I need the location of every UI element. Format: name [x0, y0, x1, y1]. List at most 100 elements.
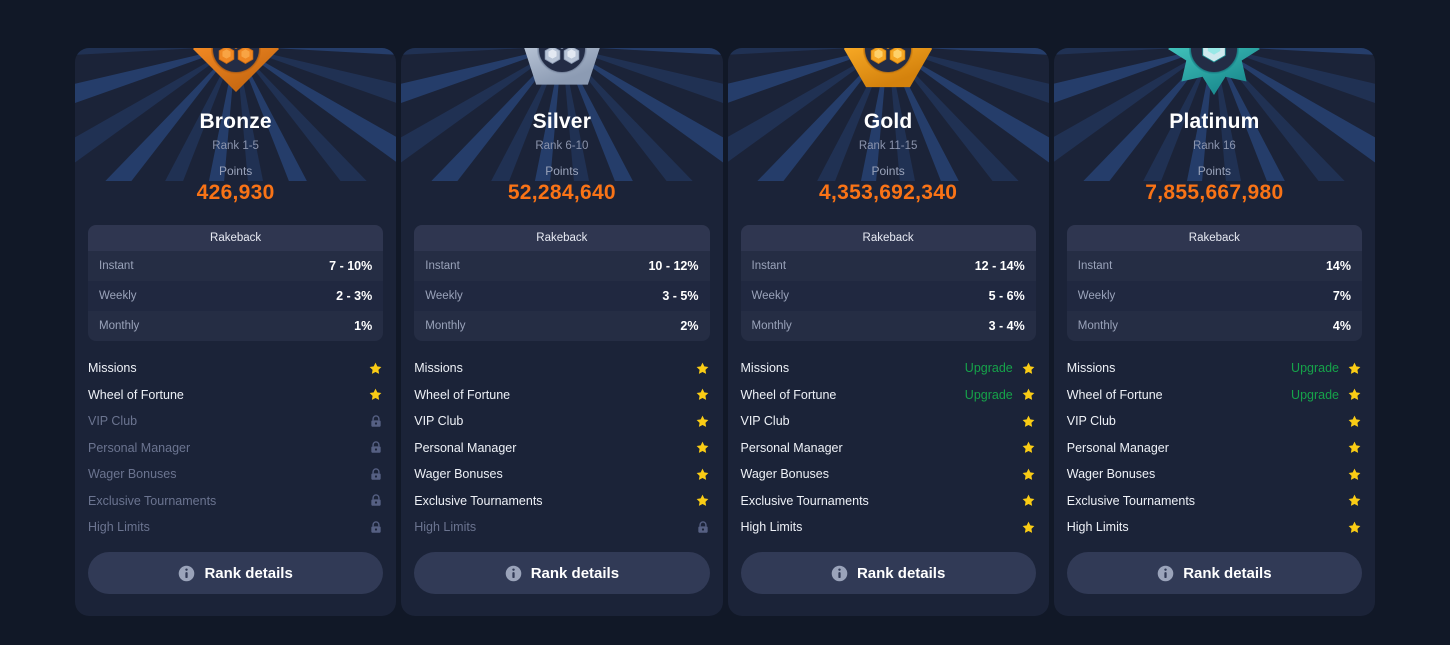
rakeback-period-label: Weekly — [751, 290, 790, 302]
rakeback-period-label: Instant — [425, 260, 460, 272]
feature-label: High Limits — [740, 520, 803, 535]
feature-label: VIP Club — [1066, 414, 1116, 429]
rank-card-gold: Gold Rank 11-15 Points 4,353,692,340 Rakebac… — [727, 48, 1049, 616]
upgrade-link[interactable]: Upgrade — [1291, 361, 1339, 375]
feature-label: Personal Manager — [88, 440, 191, 455]
rank-details-button-label: Rank details — [204, 564, 293, 582]
upgrade-link[interactable]: Upgrade — [965, 388, 1013, 402]
rank-title: Platinum — [1169, 110, 1260, 133]
rank-range-label: Rank 11-15 — [858, 140, 918, 152]
rakeback-period-label: Monthly — [751, 320, 792, 332]
rank-card-silver: Silver Rank 6-10 Points 52,284,640 Rakeback I… — [401, 48, 723, 616]
rakeback-row: Instant 10 - 12% — [414, 251, 710, 281]
star-icon — [1021, 414, 1036, 429]
feature-row: VIP Club — [414, 408, 709, 435]
feature-row: VIP Club — [88, 408, 383, 435]
lock-icon — [369, 520, 383, 535]
feature-list: Missions Upgrade Wheel of Fortune Upgrade VI… — [1067, 355, 1362, 541]
feature-row: Wager Bonuses — [414, 461, 709, 488]
feature-label: Exclusive Tournaments — [740, 493, 869, 508]
rank-title: Silver — [532, 110, 592, 133]
rank-details-button-label: Rank details — [1183, 564, 1272, 582]
vip-ranks-page: Bronze Rank 1-5 Points 426,930 Rakeback Insta… — [0, 0, 1450, 645]
feature-row: Wager Bonuses — [741, 461, 1036, 488]
feature-label: Personal Manager — [1066, 440, 1169, 455]
rakeback-value: 12 - 14% — [974, 259, 1025, 273]
rakeback-period-label: Monthly — [99, 320, 140, 332]
star-icon — [368, 361, 383, 376]
feature-list: Missions Wheel of Fortune VIP Club Personal… — [88, 355, 383, 541]
rank-details-button[interactable]: Rank details — [740, 552, 1036, 594]
points-label: Points — [545, 164, 579, 178]
rank-details-button-label: Rank details — [530, 564, 620, 582]
star-icon — [1347, 387, 1362, 402]
star-icon — [1347, 520, 1362, 535]
rakeback-period-label: Weekly — [425, 290, 463, 302]
feature-row: Missions Upgrade — [741, 355, 1036, 382]
feature-label: Wheel of Fortune — [414, 387, 511, 402]
lock-icon — [369, 414, 383, 429]
feature-label: High Limits — [414, 520, 477, 535]
rakeback-period-label: Weekly — [99, 290, 137, 302]
star-icon — [695, 467, 710, 482]
info-icon — [178, 565, 195, 582]
feature-label: Exclusive Tournaments — [414, 493, 543, 508]
rakeback-table: Rakeback Instant 12 - 14% Weekly 5 - 6% Month… — [740, 225, 1036, 341]
star-icon — [1021, 440, 1036, 455]
rakeback-header: Rakeback — [414, 225, 710, 251]
star-icon — [1347, 493, 1362, 508]
rakeback-value: 2% — [680, 319, 699, 333]
star-icon — [1347, 440, 1362, 455]
platinum-star-badge-icon — [1166, 48, 1262, 97]
feature-row: Exclusive Tournaments — [88, 488, 383, 515]
star-icon — [1021, 467, 1036, 482]
rank-details-button[interactable]: Rank details — [88, 552, 384, 594]
rakeback-table: Rakeback Instant 10 - 12% Weekly 3 - 5% Month… — [414, 225, 710, 341]
rakeback-row: Instant 14% — [1066, 251, 1362, 281]
rank-details-button[interactable]: Rank details — [1066, 552, 1362, 594]
rakeback-table: Rakeback Instant 14% Weekly 7% Monthly 4% — [1066, 225, 1362, 341]
feature-label: VIP Club — [740, 414, 790, 429]
feature-row: Missions — [414, 355, 709, 382]
rakeback-row: Monthly 3 - 4% — [740, 311, 1036, 341]
feature-label: Wheel of Fortune — [88, 387, 184, 402]
feature-label: Missions — [88, 361, 137, 376]
feature-label: Wager Bonuses — [1066, 467, 1156, 482]
feature-label: High Limits — [1066, 520, 1129, 535]
rakeback-value: 4% — [1332, 319, 1351, 333]
feature-row: High Limits — [414, 514, 709, 541]
info-icon — [1157, 565, 1174, 582]
feature-row: Missions — [88, 355, 383, 382]
lock-icon — [369, 493, 383, 508]
rakeback-value: 10 - 12% — [648, 259, 699, 273]
feature-row: Personal Manager — [741, 435, 1036, 462]
feature-list: Missions Upgrade Wheel of Fortune Upgrade VI… — [741, 355, 1036, 541]
rakeback-row: Weekly 5 - 6% — [740, 281, 1036, 311]
rank-details-button-label: Rank details — [856, 564, 946, 582]
points-label: Points — [871, 164, 905, 178]
rank-title: Gold — [863, 110, 913, 133]
rakeback-period-label: Weekly — [1077, 290, 1116, 302]
feature-label: Wager Bonuses — [88, 467, 177, 482]
rakeback-value: 3 - 5% — [662, 289, 699, 303]
feature-label: VIP Club — [414, 414, 464, 429]
star-icon — [695, 361, 710, 376]
star-icon — [695, 493, 710, 508]
rakeback-value: 7% — [1332, 289, 1351, 303]
upgrade-link[interactable]: Upgrade — [1291, 388, 1339, 402]
rakeback-row: Weekly 3 - 5% — [414, 281, 710, 311]
rank-card-content: Platinum Rank 16 Points 7,855,667,980 Rakeba… — [1066, 110, 1362, 541]
feature-row: Wheel of Fortune Upgrade — [741, 382, 1036, 409]
points-value: 426,930 — [196, 181, 275, 204]
rank-range-label: Rank 16 — [1192, 140, 1236, 152]
rank-details-button[interactable]: Rank details — [414, 552, 710, 594]
rank-card-content: Bronze Rank 1-5 Points 426,930 Rakeback Insta… — [88, 110, 384, 541]
silver-pentagon-badge-icon — [514, 48, 610, 97]
feature-label: Missions — [740, 361, 790, 376]
points-label: Points — [218, 164, 253, 178]
star-icon — [1347, 414, 1362, 429]
upgrade-link[interactable]: Upgrade — [965, 361, 1013, 375]
star-icon — [1347, 361, 1362, 376]
feature-label: Exclusive Tournaments — [88, 493, 217, 508]
points-label: Points — [1197, 164, 1232, 178]
